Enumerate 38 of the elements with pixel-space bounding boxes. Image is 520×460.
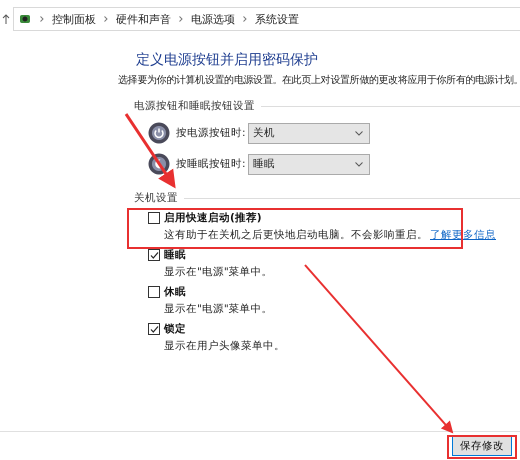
breadcrumb-item[interactable]: 电源选项 — [191, 12, 235, 26]
page-description: 选择要为你的计算机设置的电源设置。在此页上对设置所做的更改将应用于你所有的电源计划。 — [118, 74, 520, 87]
section-heading: 电源按钮和睡眠按钮设置 — [134, 99, 255, 113]
checkbox-label: 启用快速启动(推荐) — [164, 211, 262, 225]
chevron-right-icon — [179, 16, 183, 22]
chevron-right-icon — [243, 16, 247, 22]
checkbox[interactable] — [148, 323, 160, 335]
chevron-right-icon — [104, 16, 108, 22]
breadcrumb-item[interactable]: 系统设置 — [255, 12, 299, 26]
option-description: 显示在"电源"菜单中。 — [164, 302, 274, 316]
checkbox-label: 休眠 — [164, 285, 186, 299]
checkbox[interactable] — [148, 286, 160, 298]
checkbox-label: 睡眠 — [164, 248, 186, 262]
checkbox[interactable] — [148, 249, 160, 261]
checkbox-label: 锁定 — [164, 322, 186, 336]
dropdown[interactable]: 睡眠 — [248, 154, 370, 174]
chevron-down-icon — [355, 162, 363, 166]
checkbox[interactable] — [148, 212, 160, 224]
option-description: 这有助于在关机之后更快地启动电脑。不会影响重启。 — [164, 228, 428, 242]
chevron-right-icon — [40, 16, 44, 22]
setting-label: 按睡眠按钮时: — [176, 157, 247, 171]
breadcrumb-item[interactable]: 硬件和声音 — [116, 12, 171, 26]
option-description: 显示在"电源"菜单中。 — [164, 265, 274, 279]
moon-button-icon — [148, 153, 170, 175]
chevron-down-icon — [355, 130, 363, 136]
setting-label: 按电源按钮时: — [176, 126, 247, 140]
up-arrow-icon[interactable] — [2, 14, 10, 24]
breadcrumb-item[interactable]: 控制面板 — [52, 12, 96, 26]
control-panel-icon — [18, 12, 32, 26]
save-button[interactable]: 保存修改 — [452, 436, 512, 456]
power-button-icon — [148, 122, 170, 144]
page-title: 定义电源按钮并启用密码保护 — [136, 51, 319, 69]
section-heading: 关机设置 — [134, 191, 178, 205]
option-description: 显示在用户头像菜单中。 — [164, 339, 286, 353]
address-bar[interactable]: 控制面板 硬件和声音 电源选项 系统设置 — [13, 7, 520, 31]
dropdown[interactable]: 关机 — [248, 122, 370, 144]
highlight-frame — [447, 435, 517, 459]
learn-more-link[interactable]: 了解更多信息 — [430, 228, 496, 242]
